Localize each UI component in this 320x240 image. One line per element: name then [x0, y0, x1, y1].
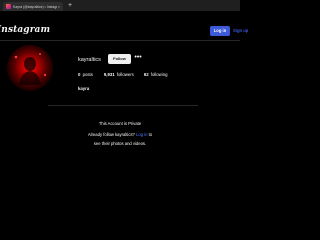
follow-button[interactable]: Follow: [108, 54, 131, 64]
private-account-title: This Account is Private: [98, 121, 142, 126]
already-follow-text: Already follow kayraltics? Log in to: [0, 132, 240, 137]
login-link[interactable]: Log in: [136, 132, 147, 137]
posts-count: 0: [78, 72, 81, 77]
already-follow-prefix: Already follow kayraltics?: [87, 132, 135, 137]
login-button[interactable]: Log in: [210, 26, 230, 36]
instagram-logo[interactable]: Instagram: [0, 25, 50, 35]
already-follow-suffix: to: [148, 132, 153, 137]
new-tab-icon[interactable]: +: [68, 2, 72, 9]
followers-count: 9,931: [103, 72, 115, 77]
section-divider: [48, 105, 198, 106]
posts-label: posts: [82, 72, 93, 77]
profile-stats: 0 posts 9,931 followers 62 following: [78, 72, 179, 77]
browser-tab-strip: Kayra (@kayraltics) • Instagram photos a…: [0, 0, 240, 11]
following-count: 62: [143, 72, 149, 77]
tab-close-icon[interactable]: ×: [58, 4, 60, 9]
profile-username: kayraltics: [78, 57, 101, 63]
signup-link[interactable]: Sign up: [233, 28, 248, 33]
instagram-header: Instagram Log in Sign up: [0, 22, 248, 41]
following-label: following: [150, 72, 168, 77]
posts-stat: 0 posts: [78, 72, 93, 77]
followers-label: followers: [116, 72, 134, 77]
instagram-favicon-icon: [6, 4, 11, 9]
avatar-image: [14, 53, 47, 85]
see-photos-text: see their photos and videos.: [93, 141, 147, 146]
followers-stat[interactable]: 9,931 followers: [104, 72, 134, 77]
profile-full-name: kayra: [78, 86, 90, 91]
more-options-icon[interactable]: •••: [133, 54, 143, 64]
profile-avatar: [7, 45, 53, 91]
browser-tab[interactable]: Kayra (@kayraltics) • Instagram photos a…: [3, 2, 63, 11]
following-stat[interactable]: 62 following: [144, 72, 168, 77]
tab-title: Kayra (@kayraltics) • Instagram photos a…: [13, 4, 57, 9]
